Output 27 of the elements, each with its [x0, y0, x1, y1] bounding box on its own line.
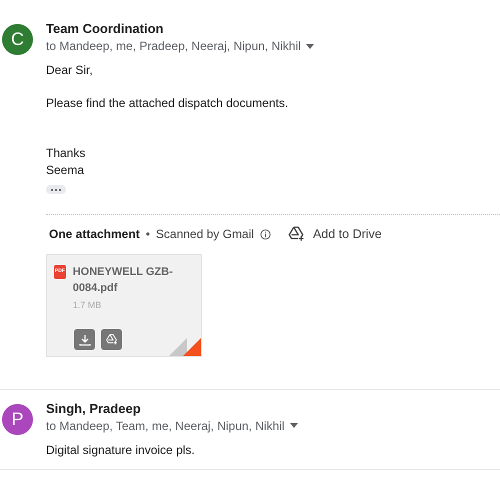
- avatar: P: [2, 404, 33, 435]
- drive-add-icon[interactable]: [286, 225, 305, 244]
- recipients: to Mandeep, Team, me, Neeraj, Nipun, Nikhil: [46, 418, 285, 434]
- scan-note: Scanned by Gmail: [156, 226, 254, 244]
- body-line: Seema: [46, 162, 84, 179]
- file-corner-icon: [169, 338, 201, 356]
- download-button[interactable]: [74, 329, 95, 350]
- attachment-count: One attachment: [49, 226, 140, 244]
- separator-dot: •: [146, 226, 150, 244]
- file-name: HONEYWELL GZB-0084.pdf: [72, 264, 174, 296]
- file-size: 1.7 MB: [72, 298, 102, 312]
- body-line: Digital signature invoice pls.: [46, 442, 195, 459]
- info-icon[interactable]: [260, 228, 271, 240]
- body-line: Please find the attached dispatch documents.: [46, 95, 288, 112]
- sender-name: Team Coordination: [46, 20, 164, 38]
- avatar: C: [2, 24, 33, 55]
- body-line: Dear Sir,: [46, 62, 93, 79]
- download-icon: [78, 334, 90, 346]
- drive-add-icon[interactable]: [105, 333, 118, 346]
- save-to-drive-button[interactable]: [101, 329, 122, 350]
- sender-name: Singh, Pradeep: [46, 400, 141, 418]
- caret-icon[interactable]: [306, 44, 314, 48]
- add-to-drive-button[interactable]: Add to Drive: [286, 225, 382, 244]
- show-trimmed-button[interactable]: [46, 185, 66, 194]
- body-line: Thanks: [46, 145, 86, 162]
- recipients: to Mandeep, me, Pradeep, Neeraj, Nipun, Nikhil: [46, 38, 301, 54]
- caret-icon[interactable]: [290, 423, 298, 428]
